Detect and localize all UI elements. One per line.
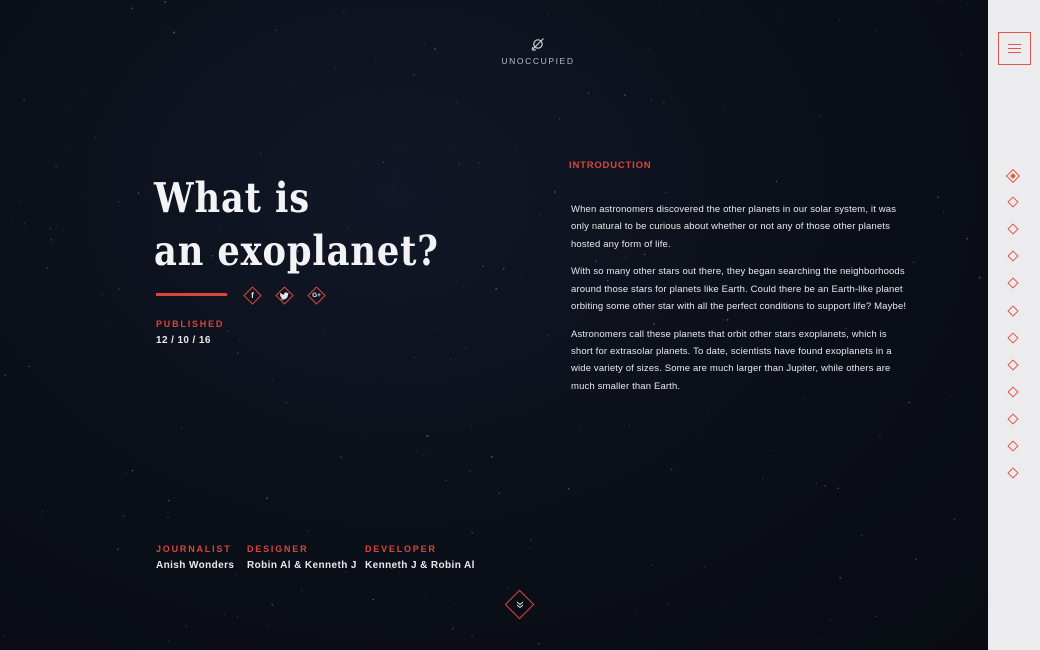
hamburger-menu-icon <box>1008 44 1021 45</box>
right-nav-rail <box>988 0 1040 650</box>
section-nav-diamond[interactable] <box>1007 386 1019 398</box>
site-logo[interactable]: UNOCCUPIED <box>488 36 588 66</box>
google-plus-share-button[interactable]: G+ <box>307 286 326 305</box>
section-nav-diamond[interactable] <box>1007 331 1019 344</box>
section-nav-diamond[interactable] <box>1005 168 1021 184</box>
published-label: PUBLISHED <box>156 319 225 329</box>
section-nav-diamond[interactable] <box>1007 467 1019 479</box>
published-date: 12 / 10 / 16 <box>156 335 211 346</box>
intro-paragraph: When astronomers discovered the other pl… <box>571 204 897 250</box>
title-line-2: an exoplanet? <box>154 227 439 275</box>
intro-paragraph: Astronomers call these planets that orbi… <box>571 328 892 392</box>
twitter-share-button[interactable] <box>275 286 294 305</box>
section-nav-diamond[interactable] <box>1007 359 1019 371</box>
journalist-name: Anish Wonders <box>156 560 235 571</box>
double-chevron-down-icon <box>505 590 534 619</box>
main-panel: UNOCCUPIED What is an exoplanet? f G+ PU… <box>0 0 988 650</box>
section-nav-diamond[interactable] <box>1007 304 1019 317</box>
section-nav-diamond[interactable] <box>1007 277 1019 290</box>
facebook-share-button[interactable]: f <box>243 286 262 305</box>
introduction-body: When astronomers discovered the other pl… <box>571 201 911 405</box>
journalist-label: JOURNALIST <box>156 544 232 554</box>
intro-paragraph: With so many other stars out there, they… <box>571 266 907 312</box>
planet-icon <box>531 38 544 51</box>
introduction-label: INTRODUCTION <box>569 160 652 171</box>
section-nav-diamond[interactable] <box>1007 223 1019 235</box>
developer-name: Kenneth J & Robin Al <box>365 560 475 571</box>
title-underline <box>156 293 227 296</box>
google-plus-icon: G+ <box>312 292 321 299</box>
menu-button[interactable] <box>998 32 1031 65</box>
section-nav-diamond[interactable] <box>1007 413 1019 425</box>
section-nav-diamond[interactable] <box>1007 250 1019 262</box>
article-title: What is an exoplanet? <box>154 172 439 278</box>
designer-name: Robin Al & Kenneth J <box>247 560 357 571</box>
facebook-icon: f <box>251 291 254 300</box>
developer-label: DEVELOPER <box>365 544 437 554</box>
logo-text: UNOCCUPIED <box>501 56 575 66</box>
section-nav-diamond[interactable] <box>1007 440 1019 452</box>
section-nav-diamond[interactable] <box>1007 196 1019 208</box>
title-line-1: What is <box>154 174 310 222</box>
scroll-down-button[interactable] <box>504 589 535 620</box>
designer-label: DESIGNER <box>247 544 309 554</box>
twitter-icon <box>276 287 293 304</box>
